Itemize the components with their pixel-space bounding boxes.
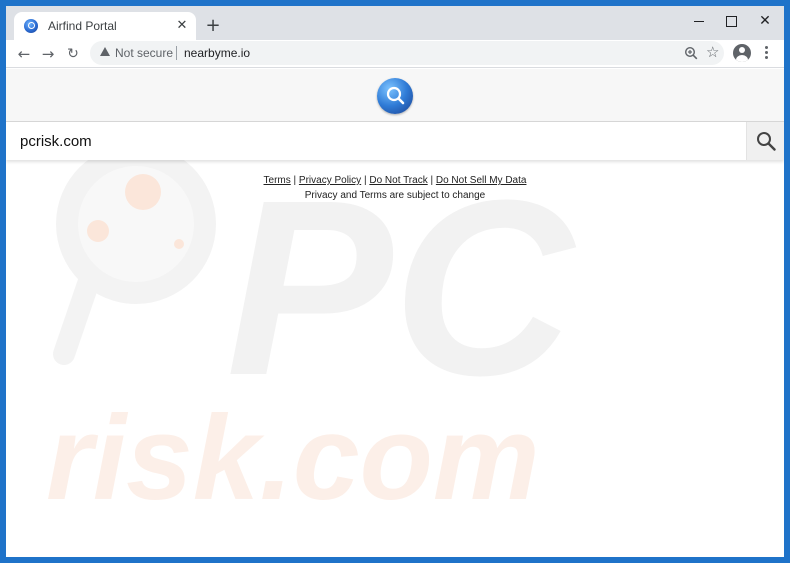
- search-bar: [6, 121, 784, 160]
- bookmark-star-icon[interactable]: ☆: [706, 43, 719, 61]
- tab-strip: Airfind Portal ✕ + ✕: [6, 6, 784, 40]
- search-icon: [757, 132, 776, 151]
- new-tab-button[interactable]: +: [204, 17, 222, 35]
- watermark-text-bottom: risk.com: [46, 391, 540, 525]
- url-text[interactable]: nearbyme.io: [184, 46, 250, 60]
- browser-window: Airfind Portal ✕ + ✕ ← → ↻ Not secure ne…: [6, 6, 784, 557]
- footer-separator: |: [363, 175, 367, 186]
- footer-separator: |: [430, 175, 434, 186]
- browser-toolbar: ← → ↻ Not secure nearbyme.io ☆: [6, 40, 784, 68]
- address-divider: [176, 46, 177, 60]
- airfind-favicon-icon: [24, 19, 38, 33]
- zoom-icon[interactable]: [684, 46, 698, 60]
- do-not-track-link[interactable]: Do Not Track: [369, 175, 427, 186]
- forward-button[interactable]: →: [38, 44, 58, 64]
- profile-avatar-icon[interactable]: [733, 44, 751, 62]
- tab-close-icon[interactable]: ✕: [174, 18, 190, 34]
- privacy-policy-link[interactable]: Privacy Policy: [299, 175, 361, 186]
- more-menu-icon[interactable]: [762, 44, 770, 64]
- close-window-button[interactable]: ✕: [752, 10, 778, 32]
- search-input[interactable]: [14, 129, 734, 153]
- terms-link[interactable]: Terms: [264, 175, 291, 186]
- reload-button[interactable]: ↻: [63, 44, 83, 64]
- maximize-button[interactable]: [718, 10, 744, 32]
- portal-header: [6, 69, 784, 121]
- footer-separator: |: [293, 175, 297, 186]
- tab-title: Airfind Portal: [48, 19, 117, 33]
- security-label[interactable]: Not secure: [115, 46, 173, 60]
- search-button[interactable]: [746, 122, 784, 160]
- footer-note: Privacy and Terms are subject to change: [304, 190, 486, 201]
- page-content: PC risk.com Terms | Privacy: [6, 69, 784, 557]
- minimize-button[interactable]: [686, 10, 712, 32]
- footer-links: Terms | Privacy Policy | Do Not Track | …: [6, 175, 784, 186]
- airfind-logo-icon: [377, 78, 413, 114]
- tab-airfind-portal[interactable]: Airfind Portal ✕: [14, 12, 196, 40]
- back-button[interactable]: ←: [14, 44, 34, 64]
- warning-icon[interactable]: [100, 47, 110, 56]
- address-bar[interactable]: Not secure nearbyme.io ☆: [90, 41, 724, 65]
- do-not-sell-link[interactable]: Do Not Sell My Data: [436, 175, 527, 186]
